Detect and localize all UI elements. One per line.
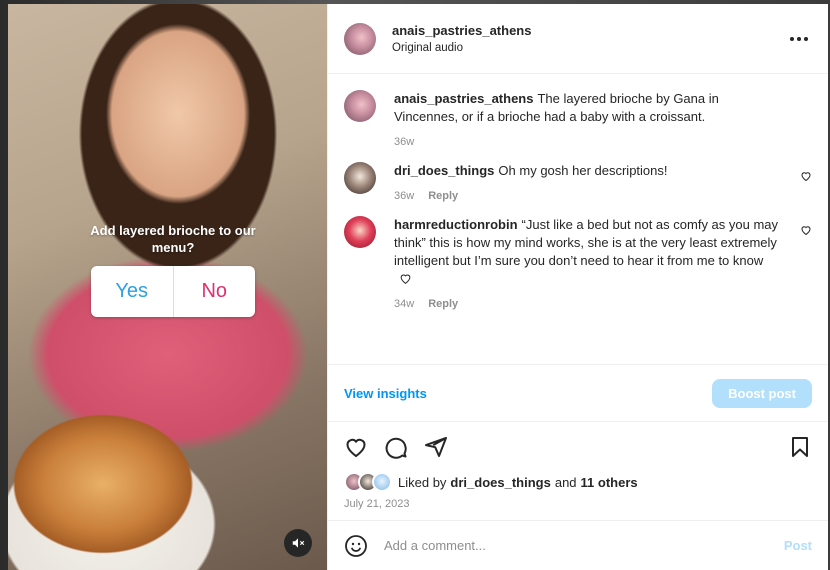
poll-yes-button[interactable]: Yes — [91, 266, 174, 317]
liked-by-and: and — [554, 474, 577, 490]
muted-speaker-icon — [292, 538, 305, 548]
reply-button[interactable]: Reply — [428, 190, 458, 202]
post-media[interactable]: Add layered brioche to our menu? Yes No — [8, 4, 327, 570]
comment-input[interactable] — [384, 538, 784, 553]
like-heart-icon[interactable] — [344, 435, 368, 459]
audio-label[interactable]: Original audio — [392, 42, 531, 54]
author-avatar[interactable] — [344, 22, 376, 55]
post-header: anais_pastries_athens Original audio — [328, 4, 828, 74]
post-date[interactable]: July 21, 2023 — [328, 492, 828, 520]
post-modal: Add layered brioche to our menu? Yes No … — [8, 4, 828, 570]
post-actions — [328, 422, 828, 472]
comment-text: Oh my gosh her descriptions! — [498, 163, 668, 178]
comment-avatar[interactable] — [344, 90, 376, 122]
author-info: anais_pastries_athens Original audio — [392, 23, 531, 54]
more-options-icon[interactable] — [790, 31, 808, 47]
liked-by-user[interactable]: dri_does_things — [450, 475, 550, 490]
post-panel: anais_pastries_athens Original audio ana… — [327, 4, 828, 570]
pastry-image — [8, 389, 218, 570]
insights-bar: View insights Boost post — [328, 364, 828, 422]
comment-time[interactable]: 36w — [394, 136, 414, 148]
comment-avatar[interactable] — [344, 216, 376, 248]
poll-no-button[interactable]: No — [174, 266, 256, 317]
liked-by-prefix: Liked by — [398, 474, 447, 490]
poll-question: Add layered brioche to our menu? — [90, 223, 256, 255]
comments-list[interactable]: anais_pastries_athens The layered brioche… — [328, 74, 828, 364]
save-bookmark-icon[interactable] — [788, 435, 812, 459]
view-insights-link[interactable]: View insights — [344, 386, 427, 401]
comment-username[interactable]: harmreductionrobin — [394, 217, 518, 232]
comment-item: harmreductionrobin “Just like a bed but n… — [344, 216, 812, 310]
liked-by-others[interactable]: 11 others — [581, 475, 638, 490]
emoji-smiley-icon[interactable] — [344, 534, 368, 558]
comment-time[interactable]: 36w — [394, 190, 414, 202]
boost-post-button[interactable]: Boost post — [712, 378, 812, 408]
comment-username[interactable]: anais_pastries_athens — [394, 91, 533, 106]
mute-button[interactable] — [284, 529, 312, 557]
comment-item: dri_does_things Oh my gosh her descriptio… — [344, 162, 812, 202]
comment-bubble-icon[interactable] — [384, 435, 408, 459]
heart-emoji-icon — [400, 274, 411, 284]
liker-avatar — [372, 472, 392, 492]
post-comment-button[interactable]: Post — [784, 538, 812, 553]
comment-avatar[interactable] — [344, 162, 376, 194]
like-comment-heart-icon[interactable] — [800, 224, 812, 236]
comment-item: anais_pastries_athens The layered brioche… — [344, 90, 812, 148]
likes-summary: Liked by dri_does_things and 11 others — [328, 472, 828, 492]
like-comment-heart-icon[interactable] — [800, 170, 812, 182]
share-paper-plane-icon[interactable] — [424, 435, 448, 459]
reply-button[interactable]: Reply — [428, 298, 458, 310]
author-username[interactable]: anais_pastries_athens — [392, 23, 531, 38]
poll-sticker: Yes No — [91, 266, 255, 317]
comment-time[interactable]: 34w — [394, 298, 414, 310]
liker-avatars[interactable] — [344, 472, 392, 492]
comment-composer: Post — [328, 520, 828, 570]
comment-username[interactable]: dri_does_things — [394, 163, 494, 178]
